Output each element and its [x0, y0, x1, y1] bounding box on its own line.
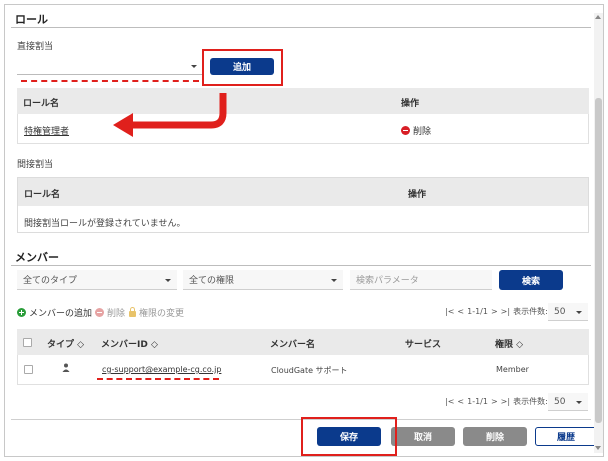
next-page-icon[interactable]: >: [491, 397, 498, 406]
delete-button[interactable]: 削除: [463, 427, 527, 446]
chevron-down-icon: [191, 64, 197, 68]
col-member-name: メンバー名: [270, 340, 316, 350]
role-link[interactable]: 特権管理者: [24, 124, 69, 137]
minus-circle-icon: [401, 126, 410, 135]
search-input[interactable]: 検索パラメータ: [350, 270, 492, 290]
select-all-checkbox[interactable]: [23, 338, 32, 347]
per-page-select[interactable]: 50: [548, 303, 588, 321]
table-row: 特権管理者 削除: [17, 114, 589, 144]
col-role-name: ロール名: [24, 190, 61, 200]
annotation-highlight-save: [301, 417, 397, 456]
add-member-button[interactable]: メンバーの追加: [17, 306, 92, 319]
members-title-divider: [11, 265, 591, 266]
delete-role-button[interactable]: 削除: [401, 124, 431, 137]
pagination-bottom: |< < 1-1/1 > >| 表示件数:: [445, 396, 548, 407]
history-button[interactable]: 履歴: [535, 427, 597, 446]
next-page-icon[interactable]: >: [491, 307, 498, 316]
last-page-icon[interactable]: >|: [501, 307, 510, 316]
annotation-arrow-icon: [113, 93, 227, 137]
col-permission[interactable]: 権限 ◇: [495, 337, 523, 350]
member-permission: Member: [496, 365, 529, 374]
per-page-label: 表示件数:: [513, 307, 548, 316]
chevron-down-icon: [165, 278, 171, 282]
annotation-underline-select: [21, 80, 199, 82]
lock-icon: [129, 307, 136, 317]
chevron-down-icon: [576, 400, 582, 404]
type-filter-value: 全てのタイプ: [23, 276, 78, 286]
annotation-highlight-add: [202, 49, 283, 86]
search-placeholder: 検索パラメータ: [356, 276, 419, 286]
col-member-id[interactable]: メンバーID ◇: [101, 337, 158, 350]
role-edit-panel: ロール 直接割当 追加 ロール名 操作 特権管理者 削除 間接割当 ロール名 操…: [4, 4, 604, 457]
col-action: 操作: [401, 99, 420, 109]
col-action: 操作: [408, 190, 427, 200]
member-id-link[interactable]: cg-support@example-cg.co.jp: [102, 365, 221, 374]
delete-role-label: 削除: [413, 127, 432, 137]
per-page-value: 50: [554, 306, 566, 317]
col-service: サービス: [405, 340, 442, 350]
scroll-down-icon[interactable]: [595, 446, 601, 450]
per-page-value: 50: [554, 396, 566, 407]
permission-filter-select[interactable]: 全ての権限: [183, 270, 343, 290]
per-page-label: 表示件数:: [513, 397, 548, 406]
vertical-scrollbar[interactable]: [594, 13, 603, 453]
add-member-label: メンバーの追加: [29, 309, 93, 319]
col-role-name: ロール名: [23, 99, 60, 109]
row-checkbox[interactable]: [24, 365, 33, 374]
change-permission-button[interactable]: 権限の変更: [129, 306, 184, 319]
members-table-header: タイプ ◇ メンバーID ◇ メンバー名 サービス 権限 ◇: [17, 329, 589, 355]
last-page-icon[interactable]: >|: [501, 397, 510, 406]
col-type[interactable]: タイプ ◇: [47, 337, 84, 350]
member-name: CloudGate サポート: [271, 366, 348, 375]
indirect-assignment-label: 間接割当: [17, 160, 54, 170]
empty-indirect-message: 間接割当ロールが登録されていません。: [24, 219, 186, 229]
table-row: cg-support@example-cg.co.jp CloudGate サポ…: [17, 355, 589, 385]
direct-assignment-label: 直接割当: [17, 42, 54, 52]
direct-role-select[interactable]: [17, 57, 203, 75]
prev-page-icon[interactable]: <: [457, 307, 464, 316]
per-page-select[interactable]: 50: [548, 393, 588, 411]
scroll-up-icon[interactable]: [595, 15, 601, 19]
chevron-down-icon: [576, 310, 582, 314]
indirect-roles-table: ロール名 操作 間接割当ロールが登録されていません。: [17, 177, 589, 233]
members-section-title: メンバー: [15, 251, 59, 264]
pagination-top: |< < 1-1/1 > >| 表示件数:: [445, 306, 548, 317]
delete-member-button[interactable]: 削除: [95, 306, 125, 319]
direct-roles-table-header: ロール名 操作: [17, 88, 589, 114]
user-icon: [62, 363, 70, 376]
annotation-underline-member-id: [97, 378, 219, 380]
type-filter-select[interactable]: 全てのタイプ: [17, 270, 177, 290]
first-page-icon[interactable]: |<: [445, 397, 454, 406]
scrollbar-thumb[interactable]: [595, 98, 602, 423]
page-range: 1-1/1: [467, 397, 488, 406]
permission-filter-value: 全ての権限: [189, 276, 235, 286]
search-button[interactable]: 検索: [499, 270, 563, 290]
page-range: 1-1/1: [467, 307, 488, 316]
first-page-icon[interactable]: |<: [445, 307, 454, 316]
chevron-down-icon: [331, 278, 337, 282]
indirect-roles-table-header: ロール名 操作: [18, 178, 588, 206]
minus-circle-icon: [95, 308, 104, 317]
change-permission-label: 権限の変更: [139, 309, 185, 319]
roles-title-divider: [11, 27, 591, 28]
plus-circle-icon: [17, 308, 26, 317]
cancel-button[interactable]: 取消: [391, 427, 455, 446]
delete-member-label: 削除: [107, 309, 126, 319]
prev-page-icon[interactable]: <: [457, 397, 464, 406]
roles-section-title: ロール: [15, 13, 48, 26]
